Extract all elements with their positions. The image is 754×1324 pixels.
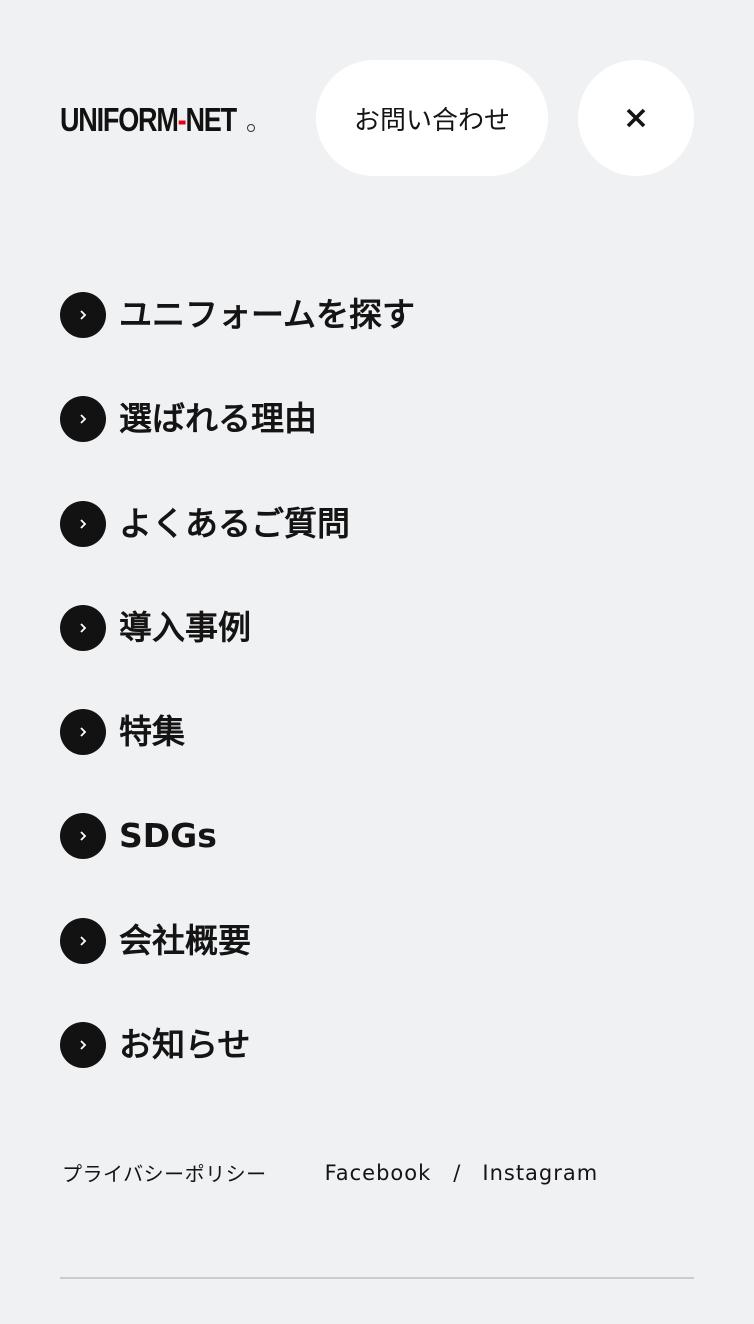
nav-item-company[interactable]: 会社概要 (60, 914, 694, 1018)
social-separator: / (453, 1160, 461, 1185)
chevron-right-icon (60, 813, 106, 860)
nav-item-news[interactable]: お知らせ (60, 1018, 694, 1122)
chevron-right-icon (60, 1022, 106, 1069)
chevron-right-icon (60, 500, 106, 547)
nav-item-sdgs[interactable]: SDGs (60, 809, 694, 913)
footer-divider (60, 1277, 694, 1279)
nav-item-label: お知らせ (119, 1025, 251, 1065)
nav-item-reasons[interactable]: 選ばれる理由 (60, 392, 694, 496)
nav-item-label: 会社概要 (119, 920, 251, 960)
close-button[interactable] (578, 60, 694, 176)
main-nav: ユニフォームを探す 選ばれる理由 よくあるご質問 導入事例 特集 SDGs 会社… (60, 288, 694, 1122)
nav-item-case-studies[interactable]: 導入事例 (60, 601, 694, 705)
chevron-right-icon (60, 709, 106, 756)
facebook-link[interactable]: Facebook (325, 1161, 432, 1185)
contact-button[interactable]: お問い合わせ (316, 60, 548, 176)
nav-item-label: よくあるご質問 (119, 503, 350, 543)
logo-part-uniform: UNIFORM (60, 101, 179, 138)
nav-item-search-uniform[interactable]: ユニフォームを探す (60, 288, 694, 392)
nav-item-label: 選ばれる理由 (119, 399, 317, 439)
logo-dash: - (177, 101, 187, 138)
contact-button-label: お問い合わせ (353, 105, 510, 136)
chevron-right-icon (60, 917, 106, 964)
site-logo[interactable]: UNIFORM-NET (60, 100, 274, 136)
close-icon (626, 108, 646, 128)
chevron-right-icon (60, 292, 106, 338)
nav-item-label: 特集 (119, 712, 185, 752)
nav-item-faq[interactable]: よくあるご質問 (60, 497, 694, 601)
nav-item-label: ユニフォームを探す (119, 295, 416, 334)
logo-part-net: NET (185, 101, 237, 138)
instagram-link[interactable]: Instagram (482, 1161, 598, 1185)
nav-item-label: SDGs (119, 816, 217, 856)
footer-links: プライバシーポリシー Facebook / Instagram (62, 1158, 598, 1187)
logo-wordmark: UNIFORM-NET (60, 101, 237, 138)
registered-mark-icon (247, 124, 255, 132)
chevron-right-icon (60, 396, 106, 443)
chevron-right-icon (60, 604, 106, 651)
nav-item-features[interactable]: 特集 (60, 705, 694, 809)
nav-item-label: 導入事例 (119, 607, 251, 647)
privacy-policy-link[interactable]: プライバシーポリシー (62, 1158, 267, 1187)
